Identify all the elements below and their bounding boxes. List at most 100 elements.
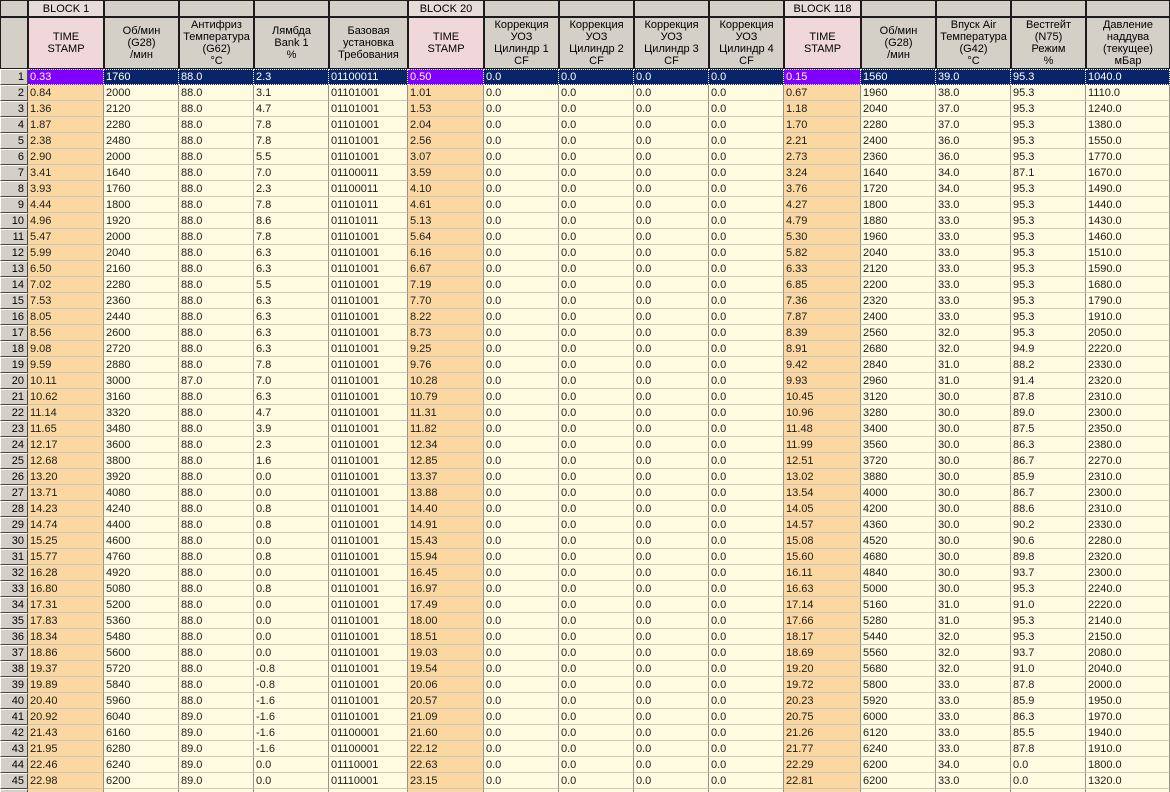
cell-b20_corr3[interactable]: 0.0 bbox=[634, 565, 709, 581]
cell-b118_rpm[interactable]: 5920 bbox=[861, 693, 936, 709]
cell-b118_boost[interactable]: 1940.0 bbox=[1086, 725, 1170, 741]
cell-b118_iat[interactable]: 30.0 bbox=[936, 549, 1011, 565]
cell-b1_lambda[interactable]: 8.6 bbox=[254, 213, 329, 229]
cell-b118_boost[interactable]: 1040.0 bbox=[1086, 69, 1170, 85]
cell-b20_corr2[interactable]: 0.0 bbox=[559, 341, 634, 357]
cell-b118_iat[interactable]: 34.0 bbox=[936, 757, 1011, 773]
cell-b1_time[interactable]: 2.38 bbox=[28, 133, 104, 149]
cell-b118_iat[interactable]: 34.0 bbox=[936, 165, 1011, 181]
cell-b20_corr4[interactable]: 0.0 bbox=[709, 69, 784, 85]
cell-b1_coolant[interactable]: 89.0 bbox=[179, 757, 254, 773]
cell-b20_corr1[interactable]: 0.0 bbox=[484, 341, 559, 357]
cell-b1_time[interactable]: 10.11 bbox=[28, 373, 104, 389]
row-number-button[interactable]: 35 bbox=[0, 613, 28, 629]
cell-b118_rpm[interactable]: 4840 bbox=[861, 565, 936, 581]
cell-b118_n75[interactable]: 91.0 bbox=[1011, 661, 1086, 677]
cell-b118_time[interactable]: 2.21 bbox=[784, 133, 861, 149]
cell-b20_corr1[interactable]: 0.0 bbox=[484, 469, 559, 485]
row-number-button[interactable]: 33 bbox=[0, 581, 28, 597]
cell-b1_basic[interactable]: 01101001 bbox=[329, 309, 408, 325]
cell-b118_rpm[interactable]: 2040 bbox=[861, 245, 936, 261]
cell-b118_boost[interactable]: 1790.0 bbox=[1086, 293, 1170, 309]
cell-b118_iat[interactable]: 30.0 bbox=[936, 421, 1011, 437]
cell-b1_basic[interactable]: 01101001 bbox=[329, 261, 408, 277]
cell-b1_time[interactable]: 5.99 bbox=[28, 245, 104, 261]
cell-b118_iat[interactable]: 33.0 bbox=[936, 245, 1011, 261]
cell-b1_basic[interactable]: 01100001 bbox=[329, 725, 408, 741]
cell-b1_coolant[interactable]: 88.0 bbox=[179, 693, 254, 709]
table-row[interactable]: 26 13.20 3920 88.0 0.0 01101001 13.37 0.0 0.0 0.0… bbox=[0, 469, 1170, 485]
cell-b1_time[interactable]: 14.23 bbox=[28, 501, 104, 517]
cell-b20_corr3[interactable]: 0.0 bbox=[634, 389, 709, 405]
cell-b1_lambda[interactable]: 0.0 bbox=[254, 645, 329, 661]
row-number-button[interactable]: 45 bbox=[0, 773, 28, 789]
cell-b118_n75[interactable]: 95.3 bbox=[1011, 149, 1086, 165]
cell-b20_corr4[interactable]: 0.0 bbox=[709, 117, 784, 133]
cell-b1_basic[interactable]: 01101001 bbox=[329, 693, 408, 709]
cell-b20_corr2[interactable]: 0.0 bbox=[559, 469, 634, 485]
cell-b118_rpm[interactable]: 5440 bbox=[861, 629, 936, 645]
cell-b20_corr1[interactable]: 0.0 bbox=[484, 213, 559, 229]
cell-b1_time[interactable]: 19.89 bbox=[28, 677, 104, 693]
table-row[interactable]: 41 20.92 6040 89.0 -1.6 01101001 21.09 0.0 0.0 0.… bbox=[0, 709, 1170, 725]
cell-b20_corr2[interactable]: 0.0 bbox=[559, 325, 634, 341]
cell-b1_coolant[interactable]: 88.0 bbox=[179, 437, 254, 453]
cell-b1_coolant[interactable]: 88.0 bbox=[179, 165, 254, 181]
cell-b1_coolant[interactable]: 88.0 bbox=[179, 213, 254, 229]
cell-b20_time[interactable]: 15.94 bbox=[408, 549, 484, 565]
cell-b1_lambda[interactable]: 0.0 bbox=[254, 565, 329, 581]
cell-b20_time[interactable]: 9.25 bbox=[408, 341, 484, 357]
cell-b118_n75[interactable]: 95.3 bbox=[1011, 293, 1086, 309]
cell-b1_coolant[interactable]: 88.0 bbox=[179, 133, 254, 149]
cell-b20_corr4[interactable]: 0.0 bbox=[709, 517, 784, 533]
cell-b118_boost[interactable]: 1490.0 bbox=[1086, 181, 1170, 197]
cell-b1_lambda[interactable]: 5.5 bbox=[254, 149, 329, 165]
cell-b1_basic[interactable]: 01101001 bbox=[329, 341, 408, 357]
cell-b20_corr2[interactable]: 0.0 bbox=[559, 389, 634, 405]
cell-b1_basic[interactable]: 01101001 bbox=[329, 149, 408, 165]
cell-b118_boost[interactable]: 1510.0 bbox=[1086, 245, 1170, 261]
cell-b118_time[interactable]: 19.20 bbox=[784, 661, 861, 677]
cell-b20_corr2[interactable]: 0.0 bbox=[559, 213, 634, 229]
cell-b118_n75[interactable]: 91.4 bbox=[1011, 373, 1086, 389]
cell-b118_time[interactable]: 11.99 bbox=[784, 437, 861, 453]
table-row[interactable]: 5 2.38 2480 88.0 7.8 01101001 2.56 0.0 0.0 0.0 0.0… bbox=[0, 133, 1170, 149]
cell-b118_time[interactable]: 22.29 bbox=[784, 757, 861, 773]
table-row[interactable]: 14 7.02 2280 88.0 5.5 01101001 7.19 0.0 0.0 0.0 0.… bbox=[0, 277, 1170, 293]
cell-b20_corr1[interactable]: 0.0 bbox=[484, 565, 559, 581]
row-number-button[interactable]: 3 bbox=[0, 101, 28, 117]
cell-b1_rpm[interactable]: 6280 bbox=[104, 741, 179, 757]
table-row[interactable]: 43 21.95 6280 89.0 -1.6 01100001 22.12 0.0 0.0 0.… bbox=[0, 741, 1170, 757]
cell-b118_iat[interactable]: 39.0 bbox=[936, 69, 1011, 85]
cell-b20_corr3[interactable]: 0.0 bbox=[634, 629, 709, 645]
cell-b118_time[interactable]: 19.72 bbox=[784, 677, 861, 693]
cell-b118_boost[interactable]: 1680.0 bbox=[1086, 277, 1170, 293]
row-number-button[interactable]: 1 bbox=[0, 69, 28, 85]
cell-b118_time[interactable]: 10.45 bbox=[784, 389, 861, 405]
cell-b20_corr2[interactable]: 0.0 bbox=[559, 549, 634, 565]
cell-b20_corr1[interactable]: 0.0 bbox=[484, 85, 559, 101]
cell-b20_corr3[interactable]: 0.0 bbox=[634, 549, 709, 565]
cell-b20_corr3[interactable]: 0.0 bbox=[634, 101, 709, 117]
cell-b118_n75[interactable]: 89.0 bbox=[1011, 405, 1086, 421]
row-number-button[interactable]: 10 bbox=[0, 213, 28, 229]
cell-b20_time[interactable]: 14.40 bbox=[408, 501, 484, 517]
cell-b20_corr1[interactable]: 0.0 bbox=[484, 485, 559, 501]
cell-b118_time[interactable]: 21.77 bbox=[784, 741, 861, 757]
cell-b20_corr2[interactable]: 0.0 bbox=[559, 597, 634, 613]
cell-b1_time[interactable]: 16.80 bbox=[28, 581, 104, 597]
cell-b20_corr4[interactable]: 0.0 bbox=[709, 197, 784, 213]
cell-b118_iat[interactable]: 33.0 bbox=[936, 261, 1011, 277]
table-row[interactable]: 8 3.93 1760 88.0 2.3 01100011 4.10 0.0 0.0 0.0 0.0… bbox=[0, 181, 1170, 197]
cell-b1_rpm[interactable]: 2280 bbox=[104, 117, 179, 133]
cell-b1_coolant[interactable]: 88.0 bbox=[179, 629, 254, 645]
cell-b1_time[interactable]: 16.28 bbox=[28, 565, 104, 581]
cell-b20_corr3[interactable]: 0.0 bbox=[634, 373, 709, 389]
cell-b20_time[interactable]: 12.34 bbox=[408, 437, 484, 453]
cell-b20_time[interactable]: 21.09 bbox=[408, 709, 484, 725]
cell-b118_time[interactable]: 9.42 bbox=[784, 357, 861, 373]
cell-b1_rpm[interactable]: 2000 bbox=[104, 149, 179, 165]
cell-b1_lambda[interactable]: 4.7 bbox=[254, 101, 329, 117]
cell-b1_time[interactable]: 7.02 bbox=[28, 277, 104, 293]
cell-b1_lambda[interactable]: 2.3 bbox=[254, 181, 329, 197]
